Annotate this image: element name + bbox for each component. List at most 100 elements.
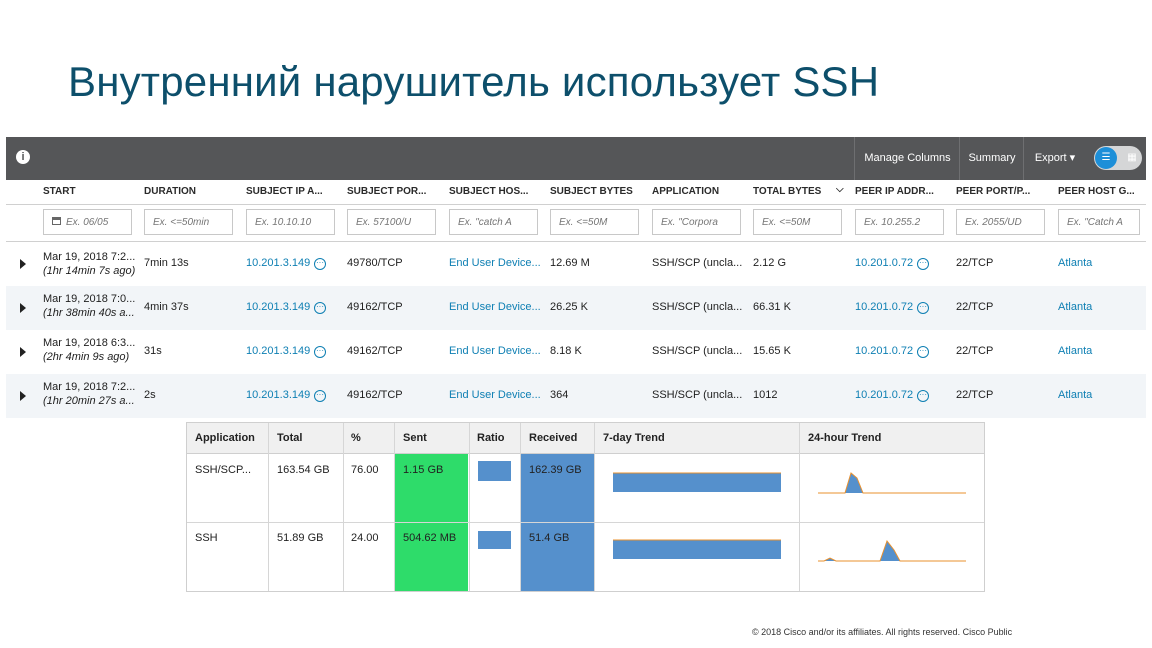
- application-filter-input[interactable]: [652, 209, 741, 235]
- sort-chevron-icon[interactable]: ⌵: [836, 184, 848, 195]
- peer-host-filter-input[interactable]: [1058, 209, 1140, 235]
- list-view-icon[interactable]: ☰: [1095, 147, 1117, 169]
- column-header-application[interactable]: APPLICATION: [652, 186, 747, 197]
- subject-port-cell: 49162/TCP: [347, 345, 403, 357]
- column-header-total-bytes[interactable]: TOTAL BYTES: [753, 186, 833, 197]
- application-cell: SSH/SCP (uncla...: [652, 389, 743, 401]
- ratio-bar: [478, 461, 511, 481]
- expand-row-icon[interactable]: [20, 347, 26, 357]
- subject-ip-link[interactable]: 10.201.3.149: [246, 301, 316, 313]
- expand-row-icon[interactable]: [20, 303, 26, 313]
- view-toggle[interactable]: ☰ ▦: [1094, 146, 1142, 170]
- peer-port-filter-input[interactable]: [956, 209, 1045, 235]
- peer-host-link[interactable]: Atlanta: [1058, 389, 1146, 401]
- total-bytes-filter-input[interactable]: [753, 209, 842, 235]
- column-header-subject-ip[interactable]: SUBJECT IP A...: [246, 186, 341, 197]
- peer-ip-link[interactable]: 10.201.0.72: [855, 301, 917, 313]
- subject-port-cell: 49780/TCP: [347, 257, 403, 269]
- subject-host-link[interactable]: End User Device...: [449, 301, 544, 313]
- expand-row-icon[interactable]: [20, 391, 26, 401]
- summary-total-cell: 163.54 GB: [277, 464, 330, 476]
- start-ago-cell: (1hr 14min 7s ago): [43, 265, 136, 277]
- peer-ip-link[interactable]: 10.201.0.72: [855, 389, 917, 401]
- slide-title: Внутренний нарушитель использует SSH: [68, 58, 880, 105]
- subject-bytes-cell: 8.18 K: [550, 345, 582, 357]
- column-header-peer-ip[interactable]: PEER IP ADDR...: [855, 186, 950, 197]
- summary-button[interactable]: Summary: [959, 137, 1024, 180]
- twenty-four-hour-trend-chart: [818, 472, 966, 562]
- table-row[interactable]: Mar 19, 2018 6:3... (2hr 4min 9s ago) 31…: [6, 330, 1146, 374]
- peer-ip-filter-input[interactable]: [855, 209, 944, 235]
- application-cell: SSH/SCP (uncla...: [652, 345, 743, 357]
- peer-ip-link[interactable]: 10.201.0.72: [855, 257, 917, 269]
- calendar-icon[interactable]: [52, 217, 61, 225]
- subject-port-cell: 49162/TCP: [347, 301, 403, 313]
- summary-header-total: Total: [277, 432, 303, 444]
- table-toolbar: i Manage Columns Summary Export ▾ ☰ ▦: [6, 137, 1146, 180]
- column-header-duration[interactable]: DURATION: [144, 186, 239, 197]
- column-header-start[interactable]: START: [43, 186, 138, 197]
- peer-port-cell: 22/TCP: [956, 301, 994, 313]
- peer-host-link[interactable]: Atlanta: [1058, 301, 1146, 313]
- copyright-footer: © 2018 Cisco and/or its affiliates. All …: [752, 627, 1013, 637]
- expand-row-icon[interactable]: [20, 259, 26, 269]
- summary-application-cell: SSH/SCP...: [195, 464, 252, 476]
- subject-ip-link[interactable]: 10.201.3.149: [246, 257, 316, 269]
- subject-ip-filter-input[interactable]: [246, 209, 335, 235]
- subject-host-filter-input[interactable]: [449, 209, 538, 235]
- more-options-icon[interactable]: ···: [314, 258, 326, 270]
- subject-bytes-cell: 364: [550, 389, 569, 401]
- column-header-subject-host[interactable]: SUBJECT HOS...: [449, 186, 544, 197]
- subject-host-link[interactable]: End User Device...: [449, 345, 544, 357]
- summary-header-received: Received: [529, 432, 578, 444]
- manage-columns-button[interactable]: Manage Columns: [854, 137, 960, 180]
- table-row[interactable]: Mar 19, 2018 7:2... (1hr 14min 7s ago) 7…: [6, 242, 1146, 286]
- subject-host-link[interactable]: End User Device...: [449, 389, 544, 401]
- summary-percent-cell: 76.00: [351, 464, 379, 476]
- subject-ip-link[interactable]: 10.201.3.149: [246, 345, 316, 357]
- grid-view-icon[interactable]: ▦: [1123, 146, 1141, 170]
- start-cell: Mar 19, 2018 7:2...: [43, 251, 136, 263]
- export-button[interactable]: Export ▾: [1023, 137, 1086, 180]
- column-header-subject-port[interactable]: SUBJECT POR...: [347, 186, 442, 197]
- filter-row: [6, 205, 1146, 242]
- peer-host-link[interactable]: Atlanta: [1058, 257, 1146, 269]
- summary-header-application: Application: [195, 432, 255, 444]
- subject-bytes-filter-input[interactable]: [550, 209, 639, 235]
- seven-day-trend-chart: [613, 472, 781, 559]
- subject-bytes-cell: 12.69 M: [550, 257, 590, 269]
- duration-cell: 4min 37s: [144, 301, 189, 313]
- start-cell: Mar 19, 2018 7:2...: [43, 381, 136, 393]
- more-options-icon[interactable]: ···: [314, 346, 326, 358]
- more-options-icon[interactable]: ···: [917, 302, 929, 314]
- duration-cell: 31s: [144, 345, 162, 357]
- ratio-bar: [478, 531, 511, 549]
- more-options-icon[interactable]: ···: [314, 302, 326, 314]
- duration-filter-input[interactable]: [144, 209, 233, 235]
- subject-port-filter-input[interactable]: [347, 209, 436, 235]
- duration-cell: 2s: [144, 389, 156, 401]
- more-options-icon[interactable]: ···: [314, 390, 326, 402]
- column-header-peer-port[interactable]: PEER PORT/P...: [956, 186, 1051, 197]
- start-ago-cell: (1hr 38min 40s a...: [43, 307, 135, 319]
- table-row[interactable]: Mar 19, 2018 7:0... (1hr 38min 40s a... …: [6, 286, 1146, 330]
- twenty-four-hour-trend-area: [818, 541, 966, 561]
- more-options-icon[interactable]: ···: [917, 258, 929, 270]
- table-row[interactable]: Mar 19, 2018 7:2... (1hr 20min 27s a... …: [6, 374, 1146, 418]
- application-summary-table: Application Total % Sent Ratio Received …: [186, 422, 985, 592]
- subject-host-link[interactable]: End User Device...: [449, 257, 544, 269]
- more-options-icon[interactable]: ···: [917, 390, 929, 402]
- peer-host-link[interactable]: Atlanta: [1058, 345, 1146, 357]
- start-ago-cell: (2hr 4min 9s ago): [43, 351, 130, 363]
- application-cell: SSH/SCP (uncla...: [652, 301, 743, 313]
- subject-ip-link[interactable]: 10.201.3.149: [246, 389, 316, 401]
- column-header-peer-host[interactable]: PEER HOST G...: [1058, 186, 1146, 197]
- peer-ip-link[interactable]: 10.201.0.72: [855, 345, 917, 357]
- summary-header-percent: %: [351, 432, 361, 444]
- info-icon[interactable]: i: [16, 150, 30, 164]
- more-options-icon[interactable]: ···: [917, 346, 929, 358]
- column-header-subject-bytes[interactable]: SUBJECT BYTES: [550, 186, 645, 197]
- total-bytes-cell: 2.12 G: [753, 257, 787, 269]
- twenty-four-hour-trend-area: [818, 473, 966, 493]
- start-cell: Mar 19, 2018 6:3...: [43, 337, 136, 349]
